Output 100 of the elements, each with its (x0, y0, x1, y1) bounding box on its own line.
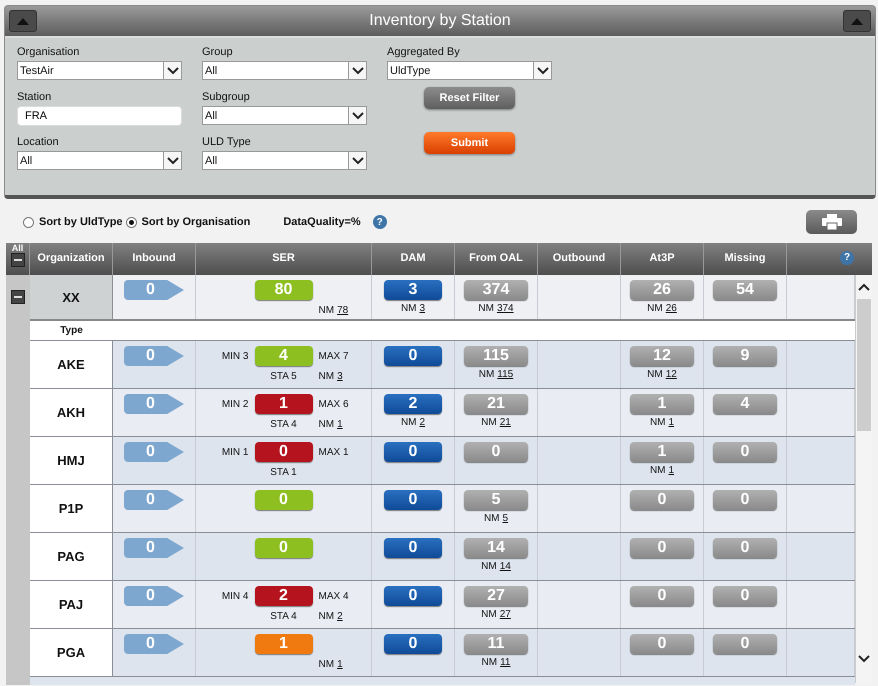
count-badge[interactable]: 0 (254, 442, 312, 462)
min-label: MIN 1 (222, 446, 248, 458)
arrow-badge[interactable]: 0 (124, 586, 184, 606)
count-badge[interactable]: 54 (713, 280, 777, 300)
nm-link[interactable]: 115 (497, 369, 514, 380)
count-badge[interactable]: 0 (630, 586, 694, 606)
count-badge[interactable]: 1 (254, 634, 312, 654)
chevron-down-icon (352, 112, 364, 120)
all-label: All (12, 243, 24, 253)
arrow-badge[interactable]: 0 (124, 442, 184, 462)
count-badge[interactable]: 0 (713, 538, 777, 558)
column-header: Inbound (132, 252, 176, 264)
radio-label[interactable]: Sort by UldType (39, 216, 123, 228)
dropdown[interactable]: UldType (387, 61, 552, 80)
nm-link[interactable]: 11 (500, 657, 510, 668)
count-badge[interactable]: 0 (630, 538, 694, 558)
count-badge[interactable]: 0 (384, 634, 442, 654)
dropdown[interactable]: TestAir (17, 61, 182, 80)
collapse-toggle[interactable] (11, 290, 25, 304)
arrow-badge[interactable]: 0 (124, 634, 184, 654)
count-badge[interactable]: 0 (384, 346, 442, 366)
arrow-badge[interactable]: 0 (124, 280, 184, 300)
count-badge[interactable]: 0 (384, 442, 442, 462)
radio-label[interactable]: Sort by Organisation (142, 216, 250, 228)
nm-link[interactable]: 374 (496, 303, 514, 314)
help-button[interactable]: ? (372, 215, 387, 229)
sta-label: STA 4 (270, 610, 297, 622)
count-badge[interactable]: 0 (630, 490, 694, 510)
field-label: Aggregated By (387, 46, 461, 58)
count-badge[interactable]: 11 (464, 634, 528, 654)
column-header: Type (59, 325, 84, 336)
sta-label: STA 1 (270, 466, 297, 478)
nm-link[interactable]: 26 (666, 303, 677, 314)
count-badge[interactable]: 0 (630, 634, 694, 654)
arrow-badge[interactable]: 0 (124, 346, 184, 366)
radio-button[interactable] (23, 216, 34, 228)
chevron-down-icon (858, 655, 870, 663)
count-badge[interactable]: 1 (254, 394, 312, 414)
nm-link[interactable]: 12 (666, 369, 677, 380)
count-badge[interactable]: 21 (464, 394, 528, 414)
count-badge[interactable]: 2 (384, 394, 442, 414)
dropdown[interactable]: All (202, 151, 367, 170)
nm-link[interactable]: 2 (337, 610, 343, 622)
nm-link[interactable]: 21 (500, 417, 511, 428)
arrow-badge[interactable]: 0 (124, 538, 184, 558)
count-badge[interactable]: 0 (713, 586, 777, 606)
radio-button[interactable] (126, 216, 137, 228)
collapse-button[interactable] (842, 10, 871, 32)
count-badge[interactable]: 2 (254, 586, 312, 606)
count-badge[interactable]: 0 (384, 538, 442, 558)
count-badge[interactable]: 0 (713, 634, 777, 654)
nm-link[interactable]: 27 (500, 609, 511, 620)
nm-label: NM (478, 369, 494, 380)
reset-filter-button[interactable]: Reset Filter (424, 87, 515, 109)
print-button[interactable] (806, 210, 857, 234)
nm-link[interactable]: 1 (668, 465, 674, 476)
count-badge[interactable]: 1 (630, 442, 694, 462)
nm-link[interactable]: 14 (500, 561, 511, 572)
field-label: Group (202, 46, 234, 58)
count-badge[interactable]: 14 (464, 538, 528, 558)
dropdown[interactable]: All (202, 106, 367, 125)
nm-label: NM (318, 304, 334, 316)
count-badge[interactable]: 26 (630, 280, 694, 300)
count-badge[interactable]: 0 (384, 490, 442, 510)
count-badge[interactable]: 0 (713, 442, 777, 462)
nm-link[interactable]: 3 (420, 303, 426, 314)
nm-link[interactable]: 3 (337, 370, 343, 382)
count-badge[interactable]: 27 (464, 586, 528, 606)
nm-link[interactable]: 1 (668, 417, 674, 428)
count-badge[interactable]: 115 (464, 346, 528, 366)
nm-label: NM (318, 370, 334, 382)
max-label: MAX 1 (318, 446, 349, 458)
count-badge[interactable]: 374 (464, 280, 528, 300)
dropdown[interactable]: All (202, 61, 367, 80)
count-badge[interactable]: 4 (713, 394, 777, 414)
count-badge[interactable]: 0 (384, 586, 442, 606)
submit-button[interactable]: Submit (424, 132, 515, 154)
nm-link[interactable]: 1 (337, 658, 343, 670)
row-label: AKE (57, 357, 85, 372)
help-button[interactable]: ? (840, 250, 854, 264)
arrow-badge[interactable]: 0 (124, 490, 184, 510)
count-badge[interactable]: 0 (464, 442, 528, 462)
nm-link[interactable]: 1 (337, 418, 343, 430)
row-label: P1P (58, 501, 84, 516)
nm-link[interactable]: 78 (337, 304, 348, 316)
dropdown[interactable]: All (17, 151, 182, 170)
count-badge[interactable]: 5 (464, 490, 528, 510)
count-badge[interactable]: 12 (630, 346, 694, 366)
count-badge[interactable]: 0 (713, 490, 777, 510)
text-field[interactable]: FRA (17, 106, 182, 126)
nm-link[interactable]: 2 (420, 417, 426, 428)
arrow-badge[interactable]: 0 (124, 394, 184, 414)
scroll-thumb[interactable] (857, 299, 871, 431)
count-badge[interactable]: 3 (384, 280, 442, 300)
min-label: MIN 4 (222, 590, 248, 602)
nm-label: NM (650, 417, 666, 428)
count-badge[interactable]: 9 (713, 346, 777, 366)
collapse-toggle[interactable] (10, 253, 24, 267)
count-badge[interactable]: 1 (630, 394, 694, 414)
nm-link[interactable]: 5 (502, 513, 508, 524)
